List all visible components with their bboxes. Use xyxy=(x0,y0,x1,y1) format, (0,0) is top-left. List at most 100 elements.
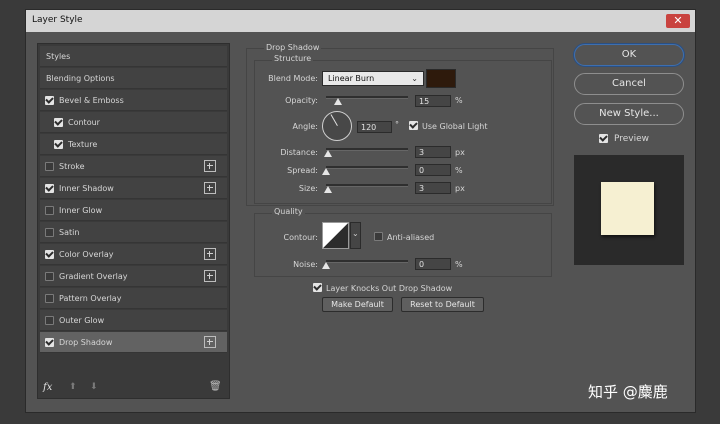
knockout-checkbox[interactable] xyxy=(313,283,322,292)
sidebar-item-checkbox[interactable] xyxy=(45,250,54,259)
size-unit: px xyxy=(455,184,465,193)
preview-checkbox[interactable] xyxy=(599,134,608,143)
opacity-slider-thumb[interactable] xyxy=(334,98,343,105)
preview-area xyxy=(574,155,684,265)
sidebar-item-label: Outer Glow xyxy=(59,316,105,325)
chevron-down-icon: ⌄ xyxy=(352,229,359,238)
sidebar-item-styles[interactable]: Styles xyxy=(40,46,227,67)
blend-mode-label: Blend Mode: xyxy=(268,74,318,83)
window-title: Layer Style xyxy=(32,15,83,25)
fx-icon[interactable]: fx xyxy=(43,382,52,393)
size-slider-thumb[interactable] xyxy=(324,186,333,193)
angle-dial[interactable] xyxy=(322,111,352,141)
distance-label: Distance: xyxy=(280,148,318,157)
add-effect-icon[interactable] xyxy=(204,160,216,172)
sidebar-item-outer-glow[interactable]: Outer Glow xyxy=(40,310,227,331)
sidebar-item-inner-shadow[interactable]: Inner Shadow xyxy=(40,178,227,199)
noise-label: Noise: xyxy=(293,260,318,269)
contour-picker[interactable] xyxy=(322,222,349,249)
sidebar-item-checkbox[interactable] xyxy=(54,118,63,127)
new-style-button[interactable]: New Style... xyxy=(574,103,684,125)
distance-slider[interactable] xyxy=(326,148,408,151)
add-effect-icon[interactable] xyxy=(204,248,216,260)
sidebar-item-satin[interactable]: Satin xyxy=(40,222,227,243)
sidebar-item-label: Styles xyxy=(46,52,71,61)
blend-mode-value: Linear Burn xyxy=(328,74,375,83)
sidebar-item-checkbox[interactable] xyxy=(54,140,63,149)
sidebar-item-inner-glow[interactable]: Inner Glow xyxy=(40,200,227,221)
sidebar-item-checkbox[interactable] xyxy=(45,162,54,171)
ok-button[interactable]: OK xyxy=(574,44,684,66)
sidebar-item-checkbox[interactable] xyxy=(45,206,54,215)
contour-dropdown[interactable]: ⌄ xyxy=(350,222,361,249)
sidebar-item-pattern-overlay[interactable]: Pattern Overlay xyxy=(40,288,227,309)
preview-label: Preview xyxy=(614,134,650,144)
use-global-light-checkbox[interactable] xyxy=(409,121,418,130)
size-input[interactable]: 3 xyxy=(415,182,451,194)
reset-to-default-button[interactable]: Reset to Default xyxy=(401,297,484,312)
sidebar-item-label: Drop Shadow xyxy=(59,338,113,347)
sidebar-item-drop-shadow[interactable]: Drop Shadow xyxy=(40,332,227,353)
spread-label: Spread: xyxy=(287,166,318,175)
move-down-icon[interactable]: ⬇ xyxy=(90,382,98,392)
sidebar-item-label: Contour xyxy=(68,118,100,127)
distance-input[interactable]: 3 xyxy=(415,146,451,158)
spread-unit: % xyxy=(455,166,463,175)
noise-slider[interactable] xyxy=(326,260,408,263)
noise-slider-thumb[interactable] xyxy=(322,262,330,269)
sidebar-item-label: Texture xyxy=(68,140,98,149)
sidebar-item-label: Stroke xyxy=(59,162,85,171)
move-up-icon[interactable]: ⬆ xyxy=(69,382,77,392)
quality-title: Quality xyxy=(272,207,305,216)
close-button[interactable]: ✕ xyxy=(666,14,690,28)
opacity-unit: % xyxy=(455,96,463,105)
sidebar-item-label: Blending Options xyxy=(46,74,115,83)
add-effect-icon[interactable] xyxy=(204,270,216,282)
cancel-button[interactable]: Cancel xyxy=(574,73,684,95)
spread-slider-thumb[interactable] xyxy=(322,168,330,175)
sidebar-item-label: Pattern Overlay xyxy=(59,294,122,303)
chevron-down-icon: ⌄ xyxy=(411,74,418,83)
blend-mode-select[interactable]: Linear Burn ⌄ xyxy=(322,71,424,86)
spread-input[interactable]: 0 xyxy=(415,164,451,176)
sidebar-item-checkbox[interactable] xyxy=(45,272,54,281)
sidebar-item-bevel-emboss[interactable]: Bevel & Emboss xyxy=(40,90,227,111)
sidebar-item-color-overlay[interactable]: Color Overlay xyxy=(40,244,227,265)
noise-input[interactable]: 0 xyxy=(415,258,451,270)
structure-title: Structure xyxy=(272,54,314,63)
shadow-color-swatch[interactable] xyxy=(426,69,456,88)
sidebar-item-blending-options[interactable]: Blending Options xyxy=(40,68,227,89)
angle-input[interactable]: 120 xyxy=(357,121,392,133)
sidebar-item-label: Satin xyxy=(59,228,80,237)
trash-icon[interactable]: 🗑 xyxy=(209,381,222,392)
watermark: 知乎 @麋鹿 xyxy=(588,383,668,401)
sidebar-footer: fx ⬆ ⬇ 🗑 xyxy=(37,374,230,406)
section-title: Drop Shadow xyxy=(264,43,322,52)
size-slider[interactable] xyxy=(326,184,408,187)
sidebar-item-label: Inner Glow xyxy=(59,206,103,215)
add-effect-icon[interactable] xyxy=(204,182,216,194)
sidebar-item-checkbox[interactable] xyxy=(45,338,54,347)
sidebar-item-checkbox[interactable] xyxy=(45,96,54,105)
sidebar-item-checkbox[interactable] xyxy=(45,184,54,193)
preview-swatch xyxy=(601,182,654,235)
spread-slider[interactable] xyxy=(326,166,408,169)
angle-label: Angle: xyxy=(292,122,318,131)
sidebar-item-label: Bevel & Emboss xyxy=(59,96,124,105)
distance-slider-thumb[interactable] xyxy=(324,150,333,157)
anti-aliased-checkbox[interactable] xyxy=(374,232,383,241)
sidebar-item-checkbox[interactable] xyxy=(45,228,54,237)
sidebar-item-gradient-overlay[interactable]: Gradient Overlay xyxy=(40,266,227,287)
angle-needle xyxy=(330,114,338,126)
sidebar-item-stroke[interactable]: Stroke xyxy=(40,156,227,177)
sidebar-item-checkbox[interactable] xyxy=(45,316,54,325)
contour-curve xyxy=(323,223,348,248)
make-default-button[interactable]: Make Default xyxy=(322,297,393,312)
sidebar-item-checkbox[interactable] xyxy=(45,294,54,303)
add-effect-icon[interactable] xyxy=(204,336,216,348)
layer-style-dialog: Layer Style ✕ Styles Blending Options Beve… xyxy=(25,9,696,413)
opacity-input[interactable]: 15 xyxy=(415,95,451,107)
opacity-label: Opacity: xyxy=(285,96,318,105)
sidebar-item-contour[interactable]: Contour xyxy=(40,112,227,133)
sidebar-item-texture[interactable]: Texture xyxy=(40,134,227,155)
